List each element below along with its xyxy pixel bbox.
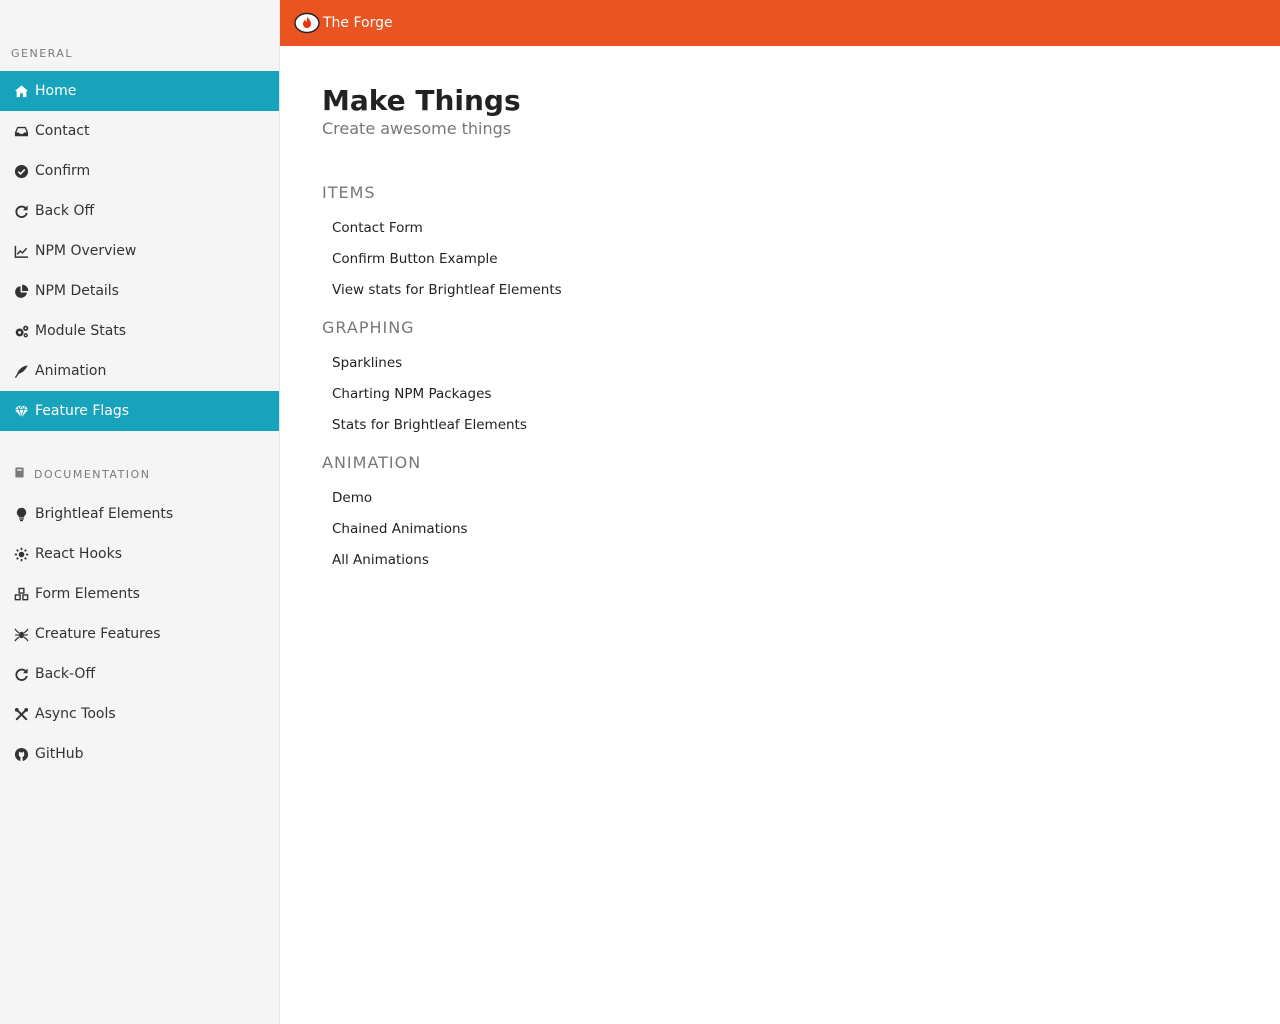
link-contact-form[interactable]: Contact Form xyxy=(332,219,562,250)
sidebar-item-label: Animation xyxy=(35,363,107,379)
sidebar-item-label: Module Stats xyxy=(35,323,127,339)
sidebar-item-contact[interactable]: Contact xyxy=(0,111,279,151)
redo-icon xyxy=(13,666,29,682)
brand-title[interactable]: The Forge xyxy=(323,15,393,31)
sidebar-item-back-off[interactable]: Back Off xyxy=(0,191,279,231)
home-icon xyxy=(13,83,29,99)
link-chained-animations[interactable]: Chained Animations xyxy=(332,520,468,551)
sidebar-item-label: NPM Details xyxy=(35,283,119,299)
sidebar-item-label: Creature Features xyxy=(35,626,161,642)
book-icon xyxy=(14,467,25,481)
sidebar-item-react-hooks[interactable]: React Hooks xyxy=(0,534,279,574)
tools-icon xyxy=(13,706,29,722)
sidebar-item-home[interactable]: Home xyxy=(0,71,279,111)
sidebar-nav-general: Home Contact Confirm Back Off NPM Overvi… xyxy=(0,71,279,431)
main-content: Make Things Create awesome things ITEMS … xyxy=(322,84,1222,569)
sidebar-item-async-tools[interactable]: Async Tools xyxy=(0,694,279,734)
cubes-icon xyxy=(13,586,29,602)
link-list-animation: Demo Chained Animations All Animations xyxy=(332,489,468,582)
link-sparklines[interactable]: Sparklines xyxy=(332,354,527,385)
sidebar-section-general: GENERAL xyxy=(11,47,73,60)
sidebar-section-label: GENERAL xyxy=(11,47,74,60)
sidebar-item-label: React Hooks xyxy=(35,546,122,562)
sidebar-item-npm-details[interactable]: NPM Details xyxy=(0,271,279,311)
sidebar-section-label: DOCUMENTATION xyxy=(34,467,151,481)
page-title: Make Things xyxy=(322,84,521,117)
sidebar: GENERAL Home Contact Confirm Back Off NP… xyxy=(0,0,280,1024)
section-heading-items: ITEMS xyxy=(322,183,376,202)
sidebar-item-creature-features[interactable]: Creature Features xyxy=(0,614,279,654)
link-all-animations[interactable]: All Animations xyxy=(332,551,468,582)
redo-icon xyxy=(13,203,29,219)
sidebar-item-back-off-docs[interactable]: Back-Off xyxy=(0,654,279,694)
link-list-items: Contact Form Confirm Button Example View… xyxy=(332,219,562,312)
sidebar-item-animation[interactable]: Animation xyxy=(0,351,279,391)
sun-icon xyxy=(13,546,29,562)
sidebar-item-label: Confirm xyxy=(35,163,91,179)
pie-chart-icon xyxy=(13,283,29,299)
sidebar-item-confirm[interactable]: Confirm xyxy=(0,151,279,191)
section-heading-animation: ANIMATION xyxy=(322,453,422,472)
spider-icon xyxy=(13,626,29,642)
sidebar-item-label: Feature Flags xyxy=(35,403,130,419)
link-stats-brightleaf[interactable]: Stats for Brightleaf Elements xyxy=(332,416,527,447)
sidebar-item-label: Home xyxy=(35,83,77,99)
sidebar-item-label: Contact xyxy=(35,123,90,139)
sidebar-nav-documentation: Brightleaf Elements React Hooks Form Ele… xyxy=(0,494,279,774)
cogs-icon xyxy=(13,323,29,339)
sidebar-item-form-elements[interactable]: Form Elements xyxy=(0,574,279,614)
sidebar-item-github[interactable]: GitHub xyxy=(0,734,279,774)
sidebar-item-label: GitHub xyxy=(35,746,84,762)
lightbulb-icon xyxy=(13,506,29,522)
section-heading-graphing: GRAPHING xyxy=(322,318,415,337)
sidebar-item-npm-overview[interactable]: NPM Overview xyxy=(0,231,279,271)
link-demo[interactable]: Demo xyxy=(332,489,468,520)
sidebar-item-module-stats[interactable]: Module Stats xyxy=(0,311,279,351)
forge-logo-icon[interactable] xyxy=(294,12,320,34)
sidebar-item-feature-flags[interactable]: Feature Flags xyxy=(0,391,279,431)
link-view-stats-brightleaf[interactable]: View stats for Brightleaf Elements xyxy=(332,281,562,312)
gem-icon xyxy=(13,403,29,419)
sidebar-item-label: Brightleaf Elements xyxy=(35,506,174,522)
page-subtitle: Create awesome things xyxy=(322,119,512,138)
line-chart-icon xyxy=(13,243,29,259)
link-list-graphing: Sparklines Charting NPM Packages Stats f… xyxy=(332,354,527,447)
sidebar-item-label: Back-Off xyxy=(35,666,96,682)
sidebar-item-label: Back Off xyxy=(35,203,95,219)
sidebar-item-label: Form Elements xyxy=(35,586,140,602)
feather-icon xyxy=(13,363,29,379)
inbox-icon xyxy=(13,123,29,139)
link-charting-npm-packages[interactable]: Charting NPM Packages xyxy=(332,385,527,416)
github-icon xyxy=(13,746,29,762)
sidebar-item-label: NPM Overview xyxy=(35,243,137,259)
check-circle-icon xyxy=(13,163,29,179)
sidebar-section-documentation: DOCUMENTATION xyxy=(14,467,150,481)
sidebar-item-brightleaf-elements[interactable]: Brightleaf Elements xyxy=(0,494,279,534)
top-bar: The Forge xyxy=(280,0,1280,46)
link-confirm-button-example[interactable]: Confirm Button Example xyxy=(332,250,562,281)
sidebar-item-label: Async Tools xyxy=(35,706,116,722)
